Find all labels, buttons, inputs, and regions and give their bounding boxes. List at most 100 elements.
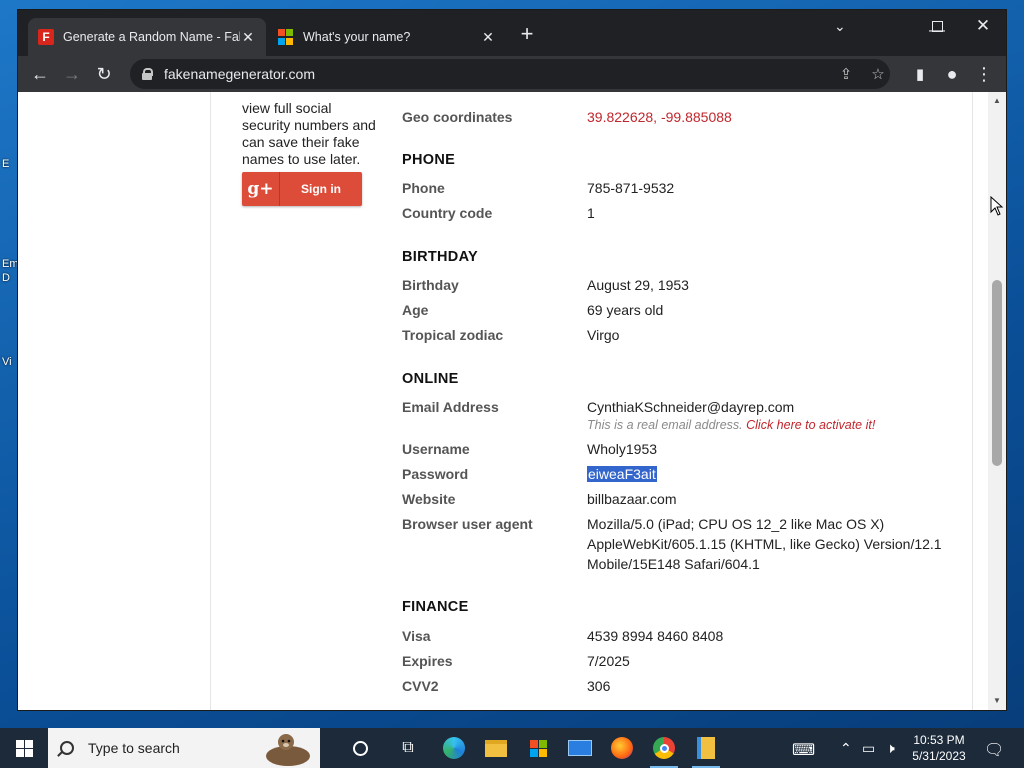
username-value: Wholy1953: [587, 441, 658, 457]
tab-search-icon[interactable]: [822, 16, 868, 46]
close-tab-icon[interactable]: ✕: [240, 29, 256, 46]
tab-fakenamegenerator[interactable]: F Generate a Random Name - Fake ✕: [28, 18, 266, 56]
cortana-icon[interactable]: [340, 728, 380, 768]
desktop-icon-label[interactable]: E: [2, 158, 9, 170]
user-agent-line: Mobile/15E148 Safari/604.1: [587, 556, 760, 572]
user-agent-line: Mozilla/5.0 (iPad; CPU OS 12_2 like Mac …: [587, 516, 885, 532]
desktop-icon-label[interactable]: Vi: [2, 356, 12, 368]
password-selected-text[interactable]: eiweaF3ait: [587, 466, 657, 482]
clock[interactable]: 10:53 PM 5/31/2023: [908, 732, 970, 764]
section-phone: PHONE: [402, 152, 456, 168]
taskbar: Type to search ⧉ ⌨ ⌃ ▭ 🕨 10:53 PM 5/31/2…: [0, 728, 1024, 768]
url-text: fakenamegenerator.com: [164, 66, 315, 82]
mouse-cursor-icon: [990, 196, 1004, 216]
start-button[interactable]: [0, 728, 48, 768]
sidebar-line: security numbers and: [242, 117, 376, 133]
file-app-icon[interactable]: [686, 728, 726, 768]
menu-kebab-icon[interactable]: ⋮: [970, 60, 998, 88]
search-icon: [60, 741, 74, 755]
back-button[interactable]: ←: [26, 60, 54, 88]
expires-label: Expires: [402, 653, 453, 669]
windows-logo-icon: [15, 739, 33, 757]
geo-label: Geo coordinates: [402, 109, 513, 125]
maximize-icon: [931, 20, 943, 32]
microsoft-store-icon[interactable]: [518, 728, 558, 768]
sidebar-promo-text: view full social security numbers and ca…: [242, 100, 382, 168]
browser-toolbar: ← → ↻ fakenamegenerator.com ⇪ ☆ ▮ ● ⋮: [18, 56, 1006, 92]
zodiac-label: Tropical zodiac: [402, 327, 504, 343]
share-icon[interactable]: ⇪: [834, 59, 858, 89]
visa-value: 4539 8994 8460 8408: [587, 628, 724, 644]
file-explorer-icon[interactable]: [476, 728, 516, 768]
email-note-text: This is a real email address.: [587, 418, 743, 432]
age-label: Age: [402, 302, 429, 318]
lock-icon[interactable]: [142, 68, 153, 80]
phone-label: Phone: [402, 180, 445, 196]
country-code-label: Country code: [402, 205, 493, 221]
bookmark-star-icon[interactable]: ☆: [866, 59, 890, 89]
touch-keyboard-icon[interactable]: ⌨: [792, 740, 815, 760]
maximize-button[interactable]: [914, 14, 960, 38]
tab-whats-your-name[interactable]: What's your name? ✕: [268, 18, 506, 56]
fakenamegenerator-favicon-icon: F: [38, 29, 54, 45]
notifications-icon[interactable]: 🗨: [984, 740, 1004, 760]
expires-value: 7/2025: [587, 653, 630, 669]
birthday-value: August 29, 1953: [587, 277, 689, 293]
edge-icon[interactable]: [434, 728, 474, 768]
forward-button[interactable]: →: [58, 60, 86, 88]
google-plus-signin-button[interactable]: g+ Sign in: [242, 172, 362, 206]
new-tab-button[interactable]: +: [516, 23, 538, 46]
search-placeholder: Type to search: [88, 740, 180, 756]
volume-muted-icon[interactable]: 🕨: [886, 740, 895, 757]
scroll-up-arrow-icon[interactable]: ▲: [988, 94, 1006, 108]
close-window-button[interactable]: ✕: [960, 12, 1006, 40]
age-value: 69 years old: [587, 302, 664, 318]
sidebar-line: view full social: [242, 100, 332, 116]
close-tab-icon[interactable]: ✕: [480, 29, 496, 46]
address-bar[interactable]: fakenamegenerator.com ⇪ ☆: [130, 59, 890, 89]
phone-value: 785-871-9532: [587, 180, 675, 196]
section-finance: FINANCE: [402, 599, 469, 615]
network-icon[interactable]: ▭: [862, 740, 875, 757]
clock-time: 10:53 PM: [913, 733, 965, 747]
search-highlight-otter-icon: [266, 734, 310, 766]
user-agent-value: Mozilla/5.0 (iPad; CPU OS 12_2 like Mac …: [587, 514, 957, 574]
page-viewport: view full social security numbers and ca…: [18, 92, 988, 710]
desktop-icon-label[interactable]: Em: [2, 258, 19, 270]
zodiac-value: Virgo: [587, 327, 620, 343]
browser-window: F Generate a Random Name - Fake ✕ What's…: [18, 10, 1006, 710]
visa-label: Visa: [402, 628, 431, 644]
cvv-label: CVV2: [402, 678, 439, 694]
task-view-icon[interactable]: ⧉: [388, 728, 428, 768]
website-value: billbazaar.com: [587, 491, 677, 507]
sidebar-line: can save their fake: [242, 134, 360, 150]
show-hidden-icons-chevron-icon[interactable]: ⌃: [840, 740, 852, 757]
vertical-scrollbar[interactable]: ▲ ▼: [988, 92, 1006, 710]
country-code-value: 1: [587, 205, 595, 221]
cvv-value: 306: [587, 678, 611, 694]
email-label: Email Address: [402, 399, 499, 415]
scroll-thumb[interactable]: [992, 280, 1002, 466]
microsoft-favicon-icon: [278, 29, 294, 45]
chrome-icon[interactable]: [644, 728, 684, 768]
clock-date: 5/31/2023: [912, 749, 966, 763]
tab-title: What's your name?: [303, 30, 411, 44]
signin-label: Sign in: [301, 182, 341, 196]
sidebar-line: names to use later.: [242, 151, 361, 167]
firefox-icon[interactable]: [602, 728, 642, 768]
reload-button[interactable]: ↻: [90, 60, 118, 88]
email-note: This is a real email address. Click here…: [587, 418, 875, 432]
profile-icon[interactable]: ●: [938, 60, 966, 88]
desktop-icon-label[interactable]: D: [2, 272, 10, 284]
activate-email-link[interactable]: Click here to activate it!: [746, 418, 875, 432]
section-birthday: BIRTHDAY: [402, 249, 478, 265]
username-label: Username: [402, 441, 470, 457]
taskbar-search-box[interactable]: Type to search: [48, 728, 320, 768]
user-agent-line: AppleWebKit/605.1.15 (KHTML, like Gecko)…: [587, 536, 942, 552]
password-value[interactable]: eiweaF3ait: [587, 466, 657, 482]
mail-icon[interactable]: [560, 728, 600, 768]
geo-value[interactable]: 39.822628, -99.885088: [587, 109, 732, 125]
side-panel-icon[interactable]: ▮: [906, 60, 934, 88]
google-plus-icon: g+: [242, 172, 280, 206]
scroll-down-arrow-icon[interactable]: ▼: [988, 694, 1006, 708]
